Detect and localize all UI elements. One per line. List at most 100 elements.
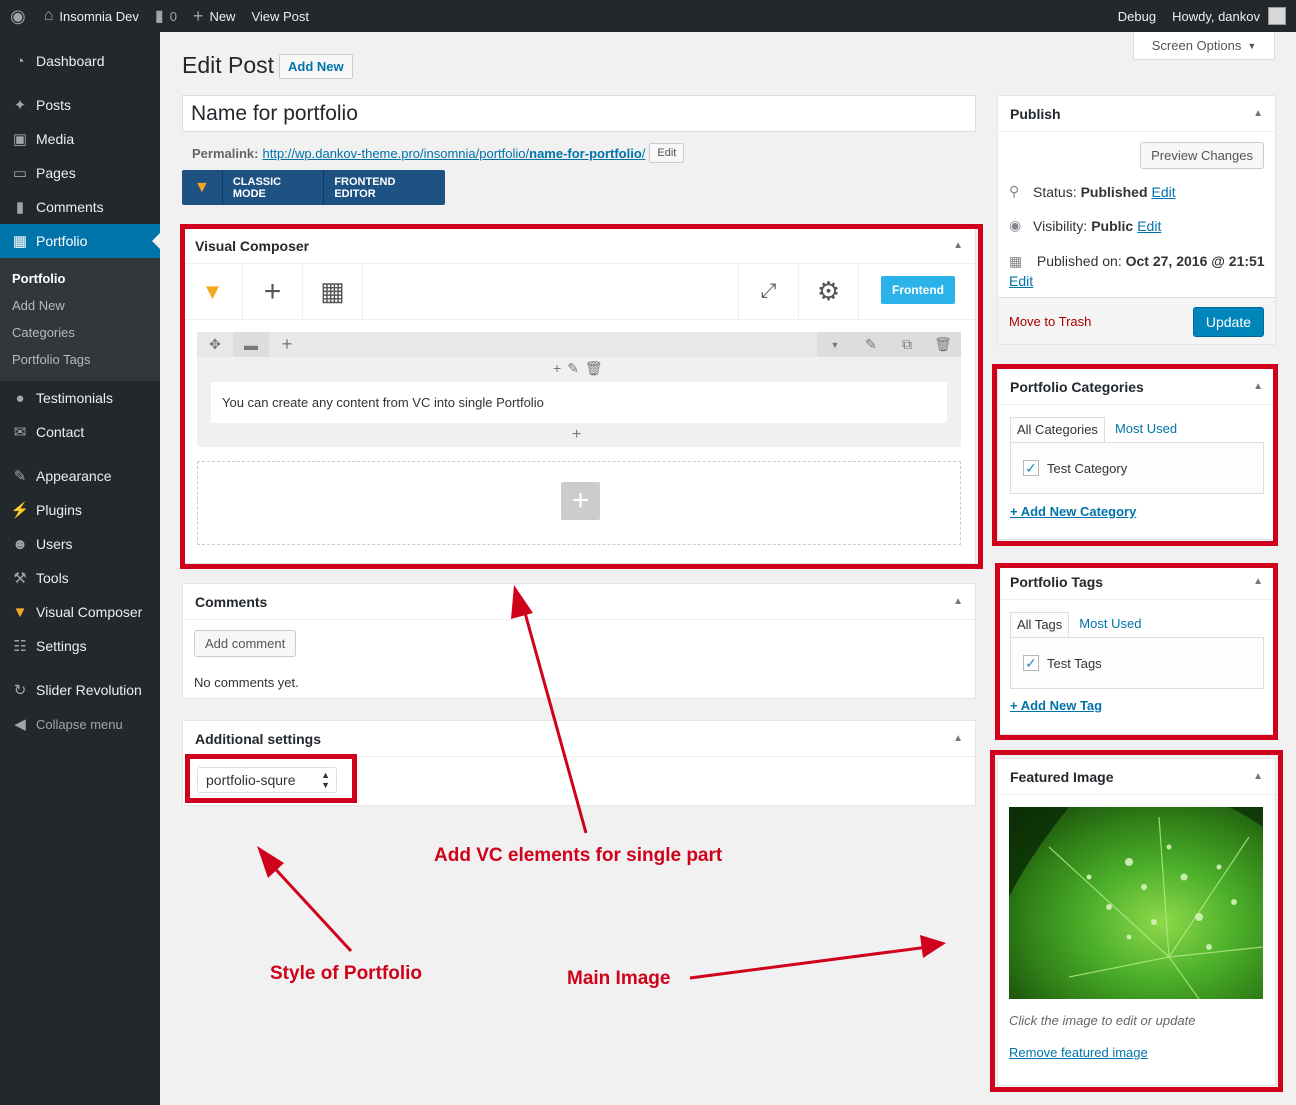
fullscreen-icon[interactable]: ⤢ [739,263,799,320]
collapse-menu-button[interactable]: ◀ Collapse menu [0,707,160,741]
frontend-editor-button[interactable]: FRONTEND EDITOR [323,170,445,205]
edit-pencil-icon[interactable]: ✎ [567,360,579,377]
account-menu[interactable]: Howdy, dankov [1164,0,1296,32]
additional-settings-header[interactable]: Additional settings ▲ [183,721,975,757]
sidebar-item-contact[interactable]: ✉ Contact [0,415,160,449]
debug-link[interactable]: Debug [1110,0,1164,32]
add-element-big-icon[interactable]: + [561,482,600,520]
permalink-edit-button[interactable]: Edit [649,143,685,163]
tab-all-tags[interactable]: All Tags [1010,612,1070,638]
comment-icon: ▮ [154,8,164,25]
toggle-arrow-icon[interactable]: ▲ [1253,108,1263,119]
tab-most-used[interactable]: Most Used [1105,417,1183,443]
published-on-row: ▦ Published on: Oct 27, 2016 @ 21:51 Edi… [1009,251,1269,291]
user-icon: ☻ [12,535,28,553]
vc-text-block[interactable]: You can create any content from VC into … [211,382,947,423]
move-to-trash-link[interactable]: Move to Trash [1009,314,1091,329]
sidebar-item-users[interactable]: ☻ Users [0,527,160,561]
collapse-row-icon[interactable]: ▼ [817,332,853,357]
vc-frontend-button[interactable]: Frontend [881,276,955,304]
sidebar-item-pages[interactable]: ▭ Pages [0,156,160,190]
refresh-icon: ↻ [13,682,27,699]
add-column-icon[interactable]: + [269,332,305,357]
portfolio-style-value: portfolio-squre [206,772,296,788]
sidebar-item-dashboard[interactable]: ◔ Dashboard [0,44,160,78]
visual-composer-header[interactable]: Visual Composer ▲ [183,228,975,264]
comments-link[interactable]: ▮ 0 [147,0,185,32]
sidebar-item-media[interactable]: ▣ Media [0,122,160,156]
toggle-arrow-icon[interactable]: ▲ [953,596,963,607]
add-new-tag-link[interactable]: + Add New Tag [1010,698,1102,713]
submenu-item-categories[interactable]: Categories [0,319,160,346]
visibility-edit-link[interactable]: Edit [1137,218,1161,234]
category-checkbox[interactable]: ✓ [1023,460,1039,476]
delete-icon[interactable]: 🗑 [585,360,603,377]
update-button[interactable]: Update [1192,307,1264,337]
toggle-arrow-icon[interactable]: ▲ [1253,771,1263,782]
view-post-link[interactable]: View Post [243,0,317,32]
status-edit-link[interactable]: Edit [1152,184,1176,200]
new-content-link[interactable]: + New [185,0,244,32]
toggle-arrow-icon[interactable]: ▲ [953,733,963,744]
post-title-input[interactable]: Name for portfolio [182,95,976,132]
comments-header[interactable]: Comments ▲ [183,584,975,620]
sidebar-item-visual-composer[interactable]: ▼ Visual Composer [0,595,160,629]
sidebar-item-tools[interactable]: ⚒ Tools [0,561,160,595]
add-comment-button[interactable]: Add comment [194,630,297,657]
publish-header[interactable]: Publish ▲ [998,96,1275,132]
portfolio-categories-header[interactable]: Portfolio Categories ▲ [998,369,1275,405]
classic-mode-button[interactable]: CLASSIC MODE [221,170,323,205]
featured-image-thumbnail[interactable] [1009,807,1263,999]
add-element-icon[interactable]: + [243,263,303,320]
sidebar-item-label: Slider Revolution [36,682,142,698]
wordpress-logo-icon[interactable]: ◉ [0,0,36,32]
vc-toolbar: ▼ + ▦ ⤢ ⚙ Frontend [183,263,975,320]
toggle-arrow-icon[interactable]: ▲ [953,240,963,251]
settings-gear-icon[interactable]: ⚙ [799,263,859,320]
column-layout-icon[interactable]: ▬ [233,332,269,357]
screen-options-button[interactable]: Screen Options ▼ [1133,32,1275,60]
site-name-link[interactable]: ⌂ Insomnia Dev [36,0,147,32]
sidebar-item-label: Testimonials [36,390,114,406]
submenu-item-portfolio-tags[interactable]: Portfolio Tags [0,346,160,373]
sidebar-item-plugins[interactable]: ⚡ Plugins [0,493,160,527]
speech-bubble-icon: ● [15,389,25,407]
portfolio-style-select[interactable]: portfolio-squre ▲ ▼ [197,767,337,793]
remove-featured-image-link[interactable]: Remove featured image [1009,1045,1148,1060]
sidebar-item-comments[interactable]: ▮ Comments [0,190,160,224]
templates-icon[interactable]: ▦ [303,263,363,320]
sidebar-item-posts[interactable]: ✦ Posts [0,88,160,122]
toggle-arrow-icon[interactable]: ▲ [1253,381,1263,392]
published-edit-link[interactable]: Edit [1009,273,1033,289]
clone-row-icon[interactable]: ⧉ [889,332,925,357]
submenu-item-add-new[interactable]: Add New [0,292,160,319]
vc-row: ✥ ▬ + ▼ ✎ ⧉ 🗑 + ✎ 🗑 You can create any c… [197,332,961,447]
sidebar-item-appearance[interactable]: ✎ Appearance [0,459,160,493]
submenu-item-portfolio[interactable]: Portfolio [0,265,160,292]
tab-all-categories[interactable]: All Categories [1010,417,1105,443]
add-new-button[interactable]: Add New [279,54,353,79]
tab-most-used[interactable]: Most Used [1069,612,1147,638]
featured-image-header[interactable]: Featured Image ▲ [998,759,1275,795]
sidebar-item-slider-revolution[interactable]: ↻ Slider Revolution [0,673,160,707]
featured-image-box: Featured Image ▲ Click the image to edit… [997,758,1276,1086]
vc-logo-icon: ▼ [12,603,28,621]
add-below-icon[interactable]: + [572,426,581,444]
sidebar-item-settings[interactable]: ☷ Settings [0,629,160,663]
add-new-category-link[interactable]: + Add New Category [1010,504,1136,519]
preview-changes-button[interactable]: Preview Changes [1140,142,1264,169]
edit-row-icon[interactable]: ✎ [853,332,889,357]
add-icon[interactable]: + [553,360,561,377]
permalink-link[interactable]: http://wp.dankov-theme.pro/insomnia/port… [262,146,645,161]
sidebar-item-testimonials[interactable]: ● Testimonials [0,381,160,415]
portfolio-categories-box: Portfolio Categories ▲ All Categories Mo… [997,368,1276,540]
delete-row-icon[interactable]: 🗑 [925,332,961,357]
category-label: Test Category [1047,460,1128,476]
sidebar-item-portfolio[interactable]: ▦ Portfolio [0,224,160,258]
toggle-arrow-icon[interactable]: ▲ [1253,576,1263,587]
vc-logo-icon[interactable]: ▼ [183,263,243,320]
move-icon[interactable]: ✥ [197,332,233,357]
portfolio-tags-header[interactable]: Portfolio Tags ▲ [998,564,1275,600]
permalink-url: http://wp.dankov-theme.pro/insomnia/port… [262,145,530,161]
tag-checkbox[interactable]: ✓ [1023,655,1039,671]
